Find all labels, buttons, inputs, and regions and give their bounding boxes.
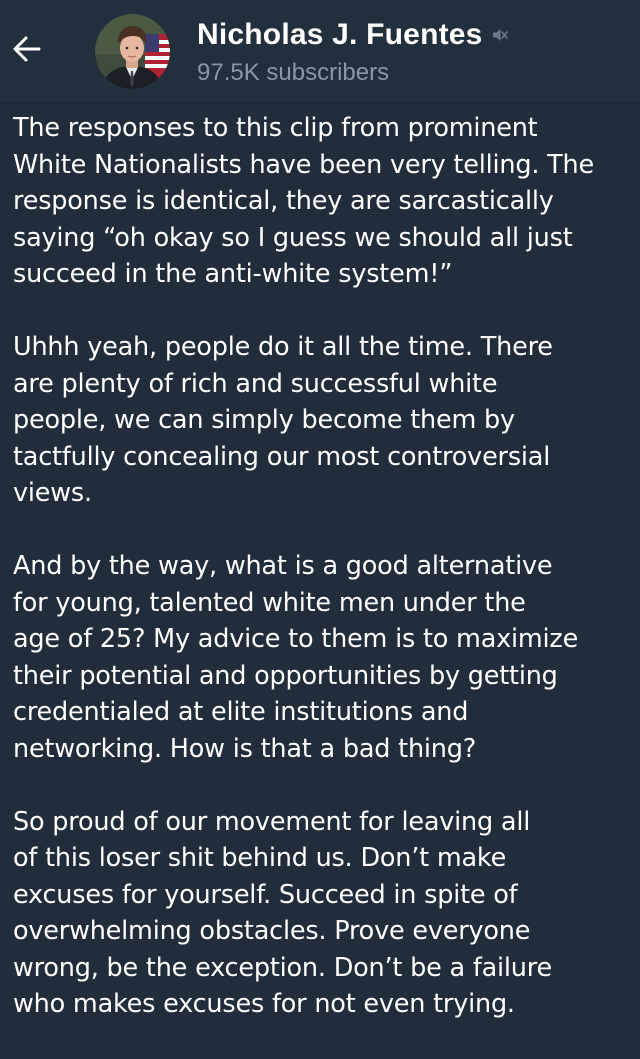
post-paragraph: So proud of our movement for leaving all… [13, 804, 635, 1023]
post-text-line: for young, talented white men under the [13, 587, 526, 618]
post-paragraph: And by the way, what is a good alternati… [13, 548, 635, 767]
post-text-line: Uhhh yeah, people do it all the time. Th… [13, 332, 553, 362]
post-text-line: saying “oh okay so I guess we should all… [13, 222, 573, 253]
post-paragraph: Uhhh yeah, people do it all the time. Th… [13, 329, 635, 512]
channel-title[interactable]: Nicholas J. Fuentes [197, 17, 509, 53]
avatar[interactable] [95, 14, 170, 89]
post-text-line: And by the way, what is a good alternati… [13, 551, 553, 581]
channel-avatar [95, 14, 170, 89]
post-text-line: people, we can simply become them by [13, 405, 515, 435]
post-text-line: networking. How is that a bad thing? [13, 733, 477, 764]
post-text-line: tactfully concealing our most controvers… [13, 441, 551, 472]
post-text-line: credentialed at elite institutions and [13, 697, 469, 727]
post-text-line: who makes excuses for not even trying. [13, 989, 515, 1019]
post-paragraph: The responses to this clip from prominen… [13, 110, 635, 293]
post-text-line: of this loser shit behind us. Don’t make [13, 843, 507, 873]
post-text-line: views. [13, 478, 92, 508]
post-text-line: response is identical, they are sarcasti… [13, 186, 554, 216]
post-text-line: excuses for yourself. Succeed in spite o… [13, 879, 518, 910]
post-text-line: wrong, be the exception. Don’t be a fail… [13, 952, 552, 983]
post-text-line: their potential and opportunities by get… [13, 660, 558, 691]
channel-header: Nicholas J. Fuentes 97.5K subscribers [0, 0, 640, 103]
post-text-line: are plenty of rich and successful white [13, 368, 498, 399]
arrow-left-icon [13, 36, 41, 62]
post-text: The responses to this clip from prominen… [13, 110, 635, 1059]
muted-speaker-icon [491, 26, 509, 44]
channel-name: Nicholas J. Fuentes [197, 18, 483, 51]
post-text-line: White Nationalists have been very tellin… [13, 149, 594, 180]
subscriber-count: 97.5K subscribers [197, 59, 390, 86]
post-text-line: So proud of our movement for leaving all [13, 806, 531, 837]
back-button[interactable] [4, 26, 50, 72]
post-text-line: overwhelming obstacles. Prove everyone [13, 916, 531, 946]
post-text-line: succeed in the anti-white system!” [13, 259, 453, 289]
post-text-line: age of 25? My advice to them is to maxim… [13, 624, 579, 654]
post-text-line: The responses to this clip from prominen… [13, 113, 538, 143]
